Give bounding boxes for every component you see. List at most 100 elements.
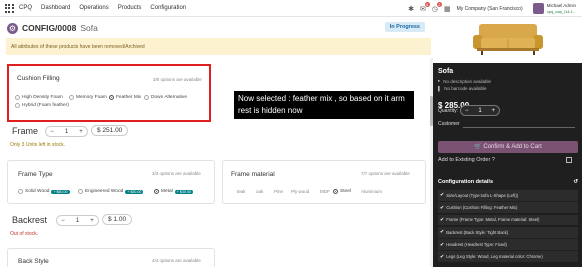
- user-name: Michael Admin: [546, 2, 576, 8]
- cart-icon: 🛒: [474, 144, 482, 150]
- radio-icon: [18, 189, 23, 194]
- plus-icon[interactable]: +: [75, 129, 87, 135]
- price-badge: + $50.00: [51, 189, 70, 194]
- list-item: ✔ Frame (Frame Type: Metal, Frame materia…: [438, 214, 578, 227]
- activity-badge: 2: [436, 1, 442, 7]
- frame-label: Frame: [12, 126, 39, 136]
- user-menu[interactable]: Michael Admin cpq_cap_l14-f...: [532, 2, 576, 15]
- product-description: ▸ No description available: [438, 78, 492, 84]
- nav-operations[interactable]: Operations: [79, 5, 108, 11]
- option-down-alternative[interactable]: Down Alternative: [144, 95, 187, 100]
- option-feather-mix[interactable]: Feather Mix: [109, 95, 141, 100]
- back-style-card: Back Style 4/4 options are available: [7, 248, 215, 267]
- clock-icon[interactable]: ◷ 2: [432, 1, 442, 13]
- existing-order-checkbox[interactable]: [566, 157, 572, 163]
- nav-cpq[interactable]: CPQ: [19, 5, 32, 11]
- config-details-header: Configuration details ↺: [438, 179, 578, 185]
- radio-selected-icon: [109, 95, 114, 100]
- add-to-cart-button[interactable]: 🛒 Confirm & Add to Cart: [438, 141, 578, 153]
- top-navbar: CPQ Dashboard Operations Products Config…: [0, 0, 582, 17]
- configurator-form: Cushion Filling 3/5 options are availabl…: [0, 58, 431, 267]
- config-details-list: ✔ Size/Layout (Type:sofa L-Shape (Left)) …: [438, 190, 578, 264]
- option-memory-foam[interactable]: Memory Foam: [69, 95, 107, 100]
- plus-icon[interactable]: +: [491, 108, 495, 114]
- minus-icon[interactable]: −: [57, 218, 69, 224]
- option-steel[interactable]: Steel: [333, 189, 351, 194]
- record-id: CONFIG/0008: [22, 23, 77, 33]
- info-icon: ▸: [438, 78, 441, 83]
- option-oak[interactable]: oak: [256, 189, 263, 194]
- option-hybrid[interactable]: Hybrid (Foam feather): [15, 103, 69, 108]
- frame-type-card: Frame Type 3/3 options are available Sol…: [7, 160, 215, 204]
- option-engineered-wood[interactable]: Engineered Wood + $30.00: [78, 189, 144, 194]
- nav-configuration[interactable]: Configuration: [150, 5, 186, 11]
- check-icon: ✔: [440, 204, 445, 211]
- frame-stock-note: Only 3 Units left in stock.: [10, 142, 66, 148]
- frame-qty-value[interactable]: 1: [58, 129, 75, 135]
- check-icon: ✔: [440, 253, 445, 260]
- sofa-image: [433, 17, 582, 63]
- bug-icon[interactable]: ✱: [408, 5, 414, 13]
- product-name: Sofa: [438, 68, 454, 75]
- option-teak[interactable]: teak: [237, 189, 246, 194]
- customer-label: Customer: [438, 121, 460, 127]
- list-item: ✔ Headrest (Headrest Type: Fixed): [438, 239, 578, 251]
- nav-dashboard[interactable]: Dashboard: [41, 5, 70, 11]
- radio-icon: [69, 95, 74, 100]
- backrest-stock-note: Out of stock.: [10, 231, 39, 237]
- building-icon: ▦: [443, 5, 451, 13]
- check-icon: ✔: [440, 192, 445, 199]
- topbar-right: ✱ ✉ 6 ◷ 2 ▦ My Company (San Francisco) Mic…: [408, 0, 576, 17]
- chat-icon[interactable]: ✉ 6: [420, 1, 430, 13]
- option-aluminium[interactable]: Aluminium: [361, 189, 382, 194]
- annotation-callout: Now selected : feather mix , so based on…: [234, 91, 414, 119]
- quantity-label: Quantity:: [438, 108, 459, 114]
- options-available: 3/5 options are available: [153, 77, 202, 82]
- option-solid-wood[interactable]: Solid Wood + $50.00: [18, 189, 70, 194]
- option-pine[interactable]: Pine: [274, 189, 283, 194]
- minus-icon[interactable]: −: [465, 108, 469, 114]
- check-icon: ✔: [440, 241, 445, 248]
- price-badge: + $30.00: [174, 189, 193, 194]
- archived-alert: All attributes of these products have be…: [6, 38, 431, 55]
- section-title: Back Style: [18, 258, 49, 265]
- options-available: 7/7 options are available: [361, 171, 410, 176]
- frame-price: $ 251.00: [91, 125, 129, 136]
- cushion-filling-card: Cushion Filling 3/5 options are availabl…: [7, 64, 211, 122]
- reset-icon[interactable]: ↺: [573, 179, 578, 185]
- control-panel: ⚙ CONFIG/0008 Sofa In Progress: [0, 17, 431, 39]
- config-details-title: Configuration details: [438, 179, 493, 185]
- list-item: ✔ Legs (Leg Style: Wood, Leg material col…: [438, 251, 578, 264]
- check-icon: ✔: [440, 216, 445, 223]
- minus-icon[interactable]: −: [46, 129, 58, 135]
- company-switcher[interactable]: My Company (San Francisco): [457, 6, 523, 12]
- section-title: Cushion Filling: [17, 75, 60, 82]
- radio-selected-icon: [154, 189, 159, 194]
- backrest-quantity-stepper[interactable]: − 1 +: [56, 215, 99, 226]
- panel-quantity-stepper[interactable]: − 1 +: [460, 105, 500, 116]
- backrest-qty-value[interactable]: 1: [69, 218, 86, 224]
- option-high-density-foam[interactable]: High Density Foam: [15, 95, 63, 100]
- app-menu-icon[interactable]: [3, 2, 15, 14]
- product-barcode: ▌ No barcode available: [438, 86, 487, 91]
- record-name: Sofa: [80, 23, 98, 33]
- frame-quantity-stepper[interactable]: − 1 +: [45, 126, 88, 137]
- barcode-icon: ▌: [438, 86, 442, 91]
- product-summary-panel: Sofa ▸ No description available ▌ No barco…: [433, 17, 582, 267]
- panel-qty-value[interactable]: 1: [478, 108, 481, 114]
- radio-icon: [78, 189, 83, 194]
- frame-material-card: Frame material 7/7 options are available…: [222, 160, 426, 204]
- gear-icon[interactable]: ⚙: [7, 22, 18, 34]
- option-metal[interactable]: Metal + $30.00: [154, 189, 193, 194]
- customer-input[interactable]: [463, 127, 575, 128]
- nav-products[interactable]: Products: [118, 5, 142, 11]
- option-mdf[interactable]: MDF: [320, 189, 330, 194]
- avatar: [532, 3, 544, 14]
- option-ply-wood[interactable]: Ply wood: [291, 189, 309, 194]
- section-title: Frame material: [231, 171, 275, 178]
- plus-icon[interactable]: +: [86, 218, 98, 224]
- list-item: ✔ Cushion (Cushion Filling: Feather Mix): [438, 202, 578, 215]
- list-item: ✔ Size/Layout (Type:sofa L-Shape (Left)): [438, 190, 578, 202]
- main-nav: CPQ Dashboard Operations Products Config…: [19, 5, 186, 11]
- status-badge: In Progress: [384, 22, 425, 32]
